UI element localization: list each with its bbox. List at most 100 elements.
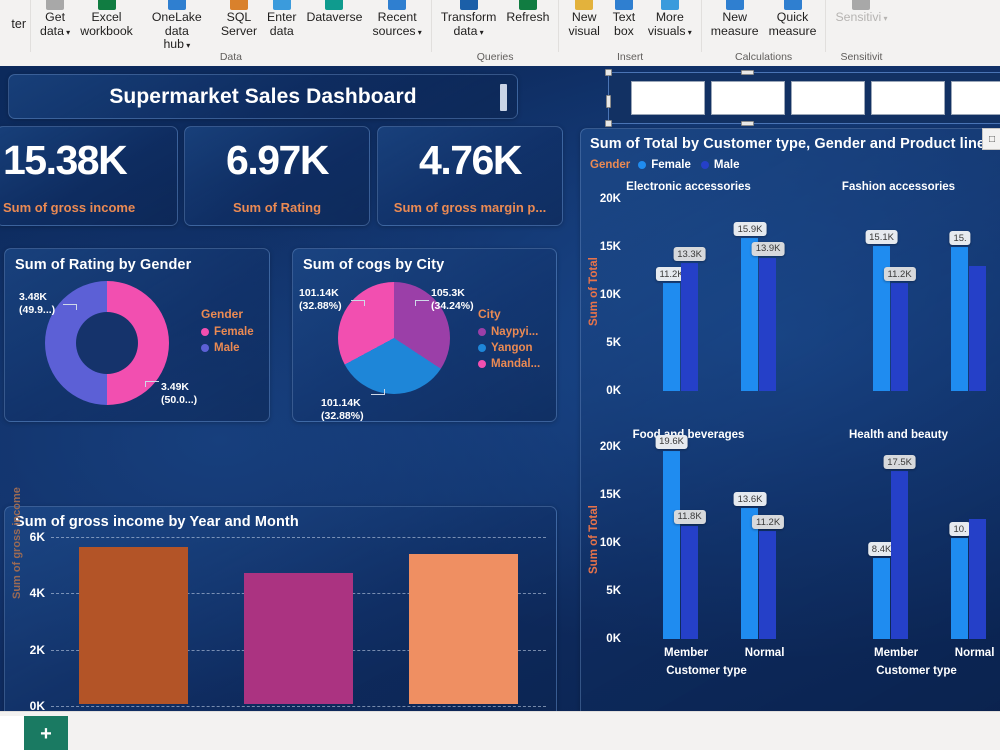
small-multiple-bar[interactable] (872, 558, 890, 639)
kpi-card-gross-income[interactable]: 15.38K Sum of gross income (0, 126, 178, 226)
add-page-button[interactable]: + (24, 716, 68, 750)
chevron-down-icon[interactable]: ▾ (686, 28, 692, 37)
ribbon-button-label: visual (568, 23, 600, 38)
bar-data-label: 13.9K (751, 241, 785, 256)
small-multiple-bar[interactable] (759, 531, 777, 639)
ribbon-button-recent-sources[interactable]: Recent sources ▾ (368, 0, 427, 39)
legend-item-male[interactable]: Male (700, 159, 739, 171)
chevron-down-icon[interactable]: ▾ (184, 41, 190, 50)
chevron-down-icon[interactable]: ▾ (416, 28, 422, 37)
selection-handle-top-left[interactable] (605, 69, 612, 76)
visual-rating-by-gender[interactable]: Sum of Rating by Gender 3.48K (49.9...) … (4, 248, 270, 422)
ribbon-button-refresh[interactable]: Refresh (501, 0, 554, 25)
ribbon-button-onelake-data-hub[interactable]: OneLake data hub ▾ (138, 0, 216, 53)
ribbon-button-get-data[interactable]: Get data ▾ (35, 0, 75, 39)
slicer-tile[interactable] (951, 81, 1000, 115)
small-multiple-panel[interactable]: Health and beauty 8.4K 17.5K 10. Member Norma… (796, 429, 1000, 677)
legend-swatch-icon (700, 161, 709, 169)
y-axis-tick-label: 4K (29, 586, 45, 601)
small-multiple-bar[interactable] (741, 238, 759, 391)
selection-handle-top[interactable] (741, 70, 754, 75)
legend-item-female[interactable]: Female (201, 326, 254, 338)
kpi-card-rating[interactable]: 6.97K Sum of Rating (184, 126, 370, 226)
legend-item-mandalay[interactable]: Mandal... (478, 358, 540, 370)
small-multiple-bar[interactable] (759, 257, 777, 391)
onelake-icon (167, 0, 186, 10)
ribbon-button-new-visual[interactable]: New visual (563, 0, 604, 38)
ribbon-button-quick-measure[interactable]: Quick measure (764, 0, 822, 38)
legend-item-female[interactable]: Female (638, 159, 691, 171)
visual-total-small-multiples[interactable]: Sum of Total by Customer type, Gender an… (580, 128, 1000, 711)
column-bar[interactable] (79, 546, 188, 704)
legend-item-yangon[interactable]: Yangon (478, 342, 540, 354)
slicer-tile[interactable] (711, 81, 785, 115)
legend-label: Naypyi... (491, 326, 539, 338)
y-axis-tick-label: 2K (29, 642, 45, 657)
small-multiple-bar[interactable] (890, 283, 908, 391)
chevron-down-icon[interactable]: ▾ (477, 28, 484, 37)
donut-data-label-female: 3.49K (50.0...) (161, 381, 198, 406)
y-axis-tick-label: 0K (606, 385, 621, 397)
legend-swatch-icon (201, 344, 209, 352)
report-title-banner[interactable]: Supermarket Sales Dashboard (8, 74, 518, 119)
selection-handle-bottom[interactable] (741, 121, 754, 126)
small-multiple-bar[interactable] (951, 247, 969, 391)
bar-data-label: 11.2K (883, 267, 916, 282)
visual-cogs-by-city[interactable]: Sum of cogs by City 105.3K (34.24%) 101.… (292, 248, 557, 422)
small-multiple-panel[interactable]: Electronic accessories 0K 5K 10K 15K 20K 11.2K… (586, 181, 791, 429)
legend-swatch-icon (201, 328, 209, 336)
chevron-down-icon[interactable]: ▾ (64, 28, 70, 37)
small-multiple-title: Health and beauty (848, 429, 949, 441)
small-multiple-bar[interactable] (662, 450, 680, 639)
pie-data-label-naypyidaw: 105.3K (34.24%) (431, 287, 474, 312)
visual-gross-income-by-month[interactable]: Sum of gross income by Year and Month Su… (4, 487, 557, 711)
kpi-card-gross-margin[interactable]: 4.76K Sum of gross margin p... (377, 126, 563, 226)
ribbon-button-excel-workbook[interactable]: Excel workbook (75, 0, 138, 38)
small-multiple-bar[interactable] (969, 519, 987, 639)
ribbon-button-label: sources ▾ (372, 23, 422, 38)
small-multiple-bar[interactable] (890, 471, 908, 639)
legend-item-male[interactable]: Male (201, 342, 254, 354)
chevron-down-icon[interactable]: ▾ (881, 14, 887, 23)
selection-handle-left[interactable] (606, 95, 611, 108)
small-multiple-panel[interactable]: Food and beverages 0K 5K 10K 15K 20K 19.6K 11.8… (586, 429, 791, 677)
bar-data-label: 15. (949, 231, 971, 245)
pie-leader-line-naypyidaw (415, 300, 429, 306)
ribbon-button-label: New (722, 10, 747, 24)
small-multiple-panel[interactable]: Fashion accessories 15.1K 11.2K 15. (796, 181, 1000, 429)
ribbon-button-sql-server[interactable]: SQL Server (216, 0, 262, 38)
small-multiple-bar[interactable] (951, 538, 969, 639)
ribbon-button-more-visuals[interactable]: More visuals ▾ (643, 0, 697, 39)
small-multiple-bar[interactable] (969, 266, 987, 391)
legend-swatch-icon (478, 344, 486, 352)
ribbon-button-transform-data[interactable]: Transform data ▾ (436, 0, 502, 39)
page-title: Supermarket Sales Dashboard (109, 84, 417, 108)
focus-mode-icon[interactable]: □ (982, 128, 1000, 150)
report-canvas[interactable]: Supermarket Sales Dashboard 15.38K Sum o… (0, 66, 1000, 711)
ribbon-button-dataverse[interactable]: Dataverse (301, 0, 367, 25)
ribbon-group-label: Queries (476, 51, 514, 63)
ribbon-button-enter-data[interactable]: Enter data (262, 0, 301, 38)
small-multiple-title: Food and beverages (632, 429, 745, 441)
ribbon-button-label: OneLake data (151, 10, 202, 38)
ribbon-button-new-measure[interactable]: New measure (706, 0, 764, 38)
y-axis-tick-label: 15K (599, 241, 621, 253)
column-bar[interactable] (409, 553, 518, 704)
slicer-tile[interactable] (791, 81, 865, 115)
slicer-visual-selected[interactable] (605, 69, 1000, 127)
small-multiple-bar[interactable] (662, 283, 680, 391)
kpi-value: 4.76K (419, 137, 522, 183)
column-chart-plot-area[interactable]: 0K2K4K6KJanuaryFebruaryMarch (30, 530, 546, 711)
slicer-tile[interactable] (871, 81, 945, 115)
ribbon-button-label: visuals ▾ (647, 23, 692, 38)
small-multiple-bar[interactable] (680, 263, 698, 391)
selection-handle-bottom-left[interactable] (605, 120, 612, 127)
y-axis-tick-label: 20K (599, 193, 621, 205)
bar-data-label: 10. (949, 522, 971, 537)
legend-item-naypyidaw[interactable]: Naypyi... (478, 326, 540, 338)
small-multiple-bar[interactable] (680, 525, 698, 639)
slicer-tile-list[interactable] (631, 81, 1000, 115)
ribbon-button-text-box[interactable]: Text box (605, 0, 643, 38)
slicer-tile[interactable] (631, 81, 705, 115)
column-bar[interactable] (244, 573, 353, 704)
